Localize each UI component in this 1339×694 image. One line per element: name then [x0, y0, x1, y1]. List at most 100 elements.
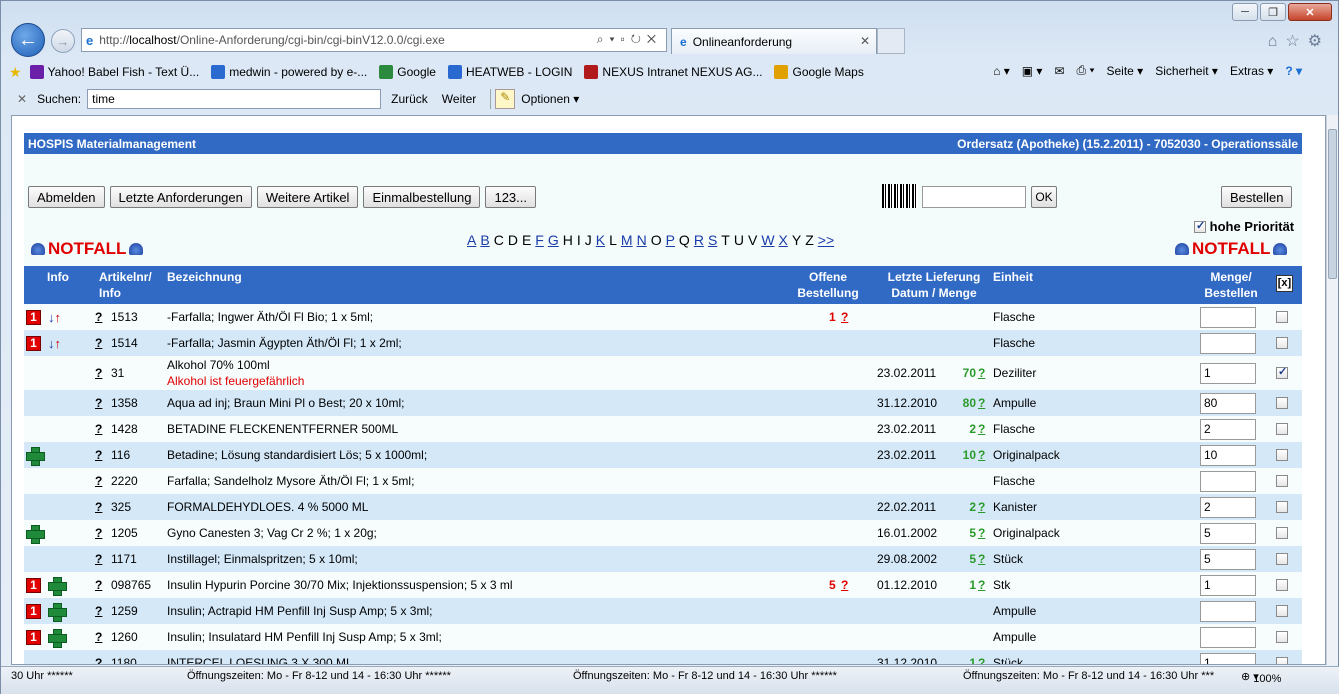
delivery-info-link[interactable]: ?: [978, 552, 985, 566]
letter-f[interactable]: F: [535, 232, 544, 248]
order-checkbox[interactable]: [1276, 311, 1288, 323]
order-checkbox[interactable]: [1276, 397, 1288, 409]
menu-seite[interactable]: Seite ▾: [1107, 64, 1144, 78]
order-checkbox[interactable]: [1276, 579, 1288, 591]
info-link[interactable]: ?: [95, 310, 102, 324]
address-bar[interactable]: e http://localhost/Online-Anforderung/cg…: [81, 28, 667, 52]
order-checkbox[interactable]: [1276, 423, 1288, 435]
scrollbar-thumb[interactable]: [1328, 129, 1337, 279]
single-order-button[interactable]: Einmalbestellung: [363, 186, 481, 208]
info-link[interactable]: ?: [95, 422, 102, 436]
info-link[interactable]: ?: [95, 500, 102, 514]
letter-next[interactable]: >>: [818, 232, 834, 248]
quantity-input[interactable]: 5: [1200, 522, 1256, 544]
close-tab-icon[interactable]: ✕: [860, 34, 870, 48]
info-link[interactable]: ?: [95, 656, 102, 664]
star-icon[interactable]: ☆: [1285, 33, 1307, 50]
quantity-input[interactable]: 2: [1200, 496, 1256, 518]
find-prev-button[interactable]: Zurück: [391, 92, 428, 106]
favorite-link[interactable]: medwin - powered by e-...: [211, 65, 367, 79]
favorite-link[interactable]: NEXUS Intranet NEXUS AG...: [584, 65, 762, 79]
letter-b[interactable]: B: [480, 232, 489, 248]
quantity-input[interactable]: [1200, 600, 1256, 622]
forward-arrow-icon[interactable]: →: [51, 29, 75, 53]
close-find-icon[interactable]: ✕: [17, 92, 27, 106]
delivery-info-link[interactable]: ?: [978, 422, 985, 436]
mail-icon[interactable]: ✉: [1054, 64, 1064, 78]
quantity-input[interactable]: [1200, 470, 1256, 492]
delivery-info-link[interactable]: ?: [978, 526, 985, 540]
find-next-button[interactable]: Weiter: [442, 92, 476, 106]
order-checkbox[interactable]: [1276, 365, 1288, 379]
priority-checkbox[interactable]: [1194, 219, 1206, 233]
notfall-left[interactable]: NOTFALL: [28, 239, 146, 259]
find-options[interactable]: ✎ Optionen ▾: [490, 89, 579, 109]
help-icon[interactable]: ? ▾: [1285, 64, 1302, 78]
tab-onlineanforderung[interactable]: e Onlineanforderung ✕: [671, 28, 877, 54]
quantity-input[interactable]: [1200, 626, 1256, 648]
quantity-input[interactable]: 1: [1200, 362, 1256, 384]
delivery-info-link[interactable]: ?: [978, 578, 985, 592]
quantity-input[interactable]: [1200, 332, 1256, 354]
info-link[interactable]: ?: [95, 526, 102, 540]
letter-a[interactable]: A: [467, 232, 476, 248]
order-button[interactable]: Bestellen: [1221, 186, 1293, 208]
gear-icon[interactable]: ⚙: [1308, 33, 1330, 50]
home-icon[interactable]: ⌂ ▾: [993, 64, 1010, 78]
letter-p[interactable]: P: [666, 232, 675, 248]
close-window-icon[interactable]: ✕: [1288, 3, 1332, 21]
order-checkbox[interactable]: [1276, 501, 1288, 513]
rss-icon[interactable]: ▣ ▾: [1022, 64, 1043, 78]
delivery-info-link[interactable]: ?: [978, 448, 985, 462]
info-link[interactable]: ?: [95, 448, 102, 462]
quantity-input[interactable]: 1: [1200, 574, 1256, 596]
quantity-input[interactable]: 80: [1200, 392, 1256, 414]
order-checkbox[interactable]: [1276, 605, 1288, 617]
quantity-input[interactable]: 2: [1200, 418, 1256, 440]
quantity-input[interactable]: [1200, 306, 1256, 328]
delivery-info-link[interactable]: ?: [978, 366, 985, 380]
favorite-link[interactable]: Yahoo! Babel Fish - Text Ü...: [29, 65, 199, 79]
info-link[interactable]: ?: [95, 396, 102, 410]
priority-toggle[interactable]: hohe Priorität: [1194, 219, 1294, 234]
favorite-link[interactable]: HEATWEB - LOGIN: [447, 65, 572, 79]
find-input[interactable]: [87, 89, 382, 109]
more-articles-button[interactable]: Weitere Artikel: [256, 186, 359, 208]
ok-button[interactable]: OK: [1031, 186, 1057, 208]
last-requests-button[interactable]: Letzte Anforderungen: [109, 186, 252, 208]
info-link[interactable]: ?: [95, 474, 102, 488]
letter-r[interactable]: R: [694, 232, 704, 248]
order-checkbox[interactable]: [1276, 475, 1288, 487]
order-checkbox[interactable]: [1276, 657, 1288, 664]
favorite-link[interactable]: Google: [379, 65, 436, 79]
print-icon[interactable]: ⎙ ▾: [1077, 63, 1095, 78]
menu-extras[interactable]: Extras ▾: [1230, 64, 1273, 78]
numeric-button[interactable]: 123...: [485, 186, 536, 208]
zoom-control[interactable]: ⊕ 100% ▾: [1241, 670, 1281, 685]
vertical-scrollbar[interactable]: [1326, 115, 1338, 665]
transfer-arrows-icon[interactable]: ↓↑: [48, 310, 61, 325]
new-tab-button[interactable]: [877, 28, 905, 54]
order-checkbox[interactable]: [1276, 337, 1288, 349]
letter-m[interactable]: M: [621, 232, 633, 248]
open-order-info-link[interactable]: ?: [841, 578, 848, 592]
quantity-input[interactable]: 10: [1200, 444, 1256, 466]
letter-s[interactable]: S: [708, 232, 717, 248]
delivery-info-link[interactable]: ?: [978, 656, 985, 664]
info-link[interactable]: ?: [95, 630, 102, 644]
letter-n[interactable]: N: [637, 232, 647, 248]
delivery-info-link[interactable]: ?: [978, 500, 985, 514]
letter-w[interactable]: W: [761, 232, 774, 248]
letter-k[interactable]: K: [596, 232, 605, 248]
home-icon[interactable]: ⌂: [1268, 33, 1286, 50]
letter-x[interactable]: X: [779, 232, 788, 248]
logout-button[interactable]: Abmelden: [28, 186, 105, 208]
order-checkbox[interactable]: [1276, 527, 1288, 539]
clear-all-button[interactable]: [x]: [1276, 275, 1293, 292]
order-checkbox[interactable]: [1276, 449, 1288, 461]
letter-g[interactable]: G: [548, 232, 559, 248]
menu-sicherheit[interactable]: Sicherheit ▾: [1155, 64, 1218, 78]
minimize-icon[interactable]: ─: [1232, 3, 1258, 21]
favorites-star-icon[interactable]: ★: [9, 64, 22, 81]
quantity-input[interactable]: 1: [1200, 652, 1256, 664]
